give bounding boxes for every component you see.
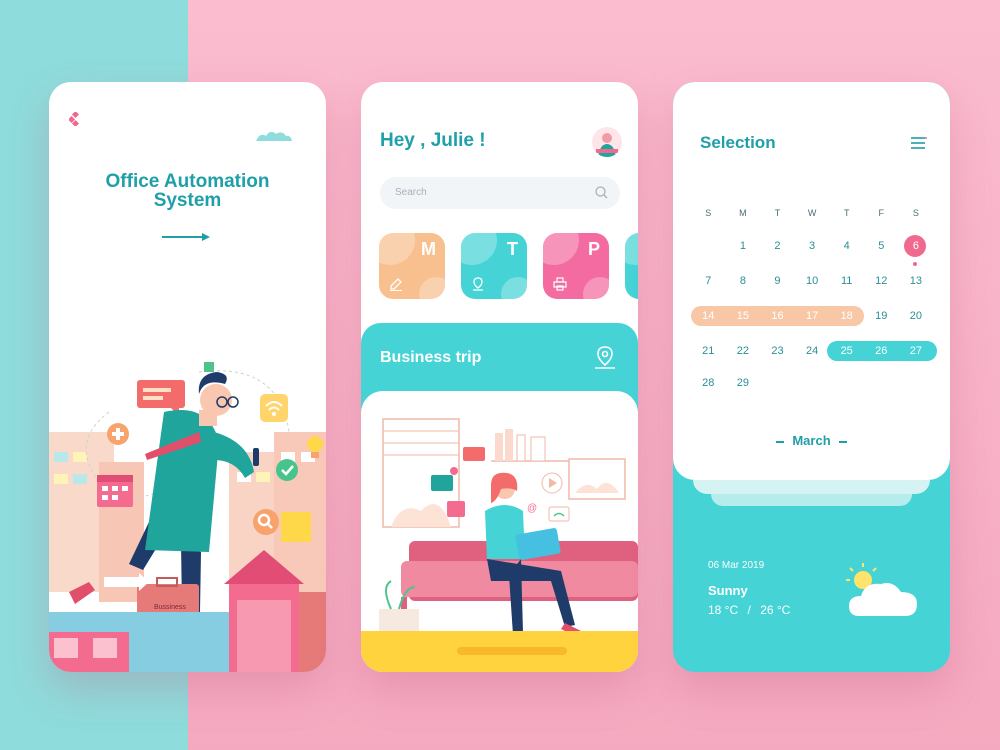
tile-p[interactable]: P xyxy=(543,233,609,299)
arrow-right-icon[interactable] xyxy=(162,232,212,242)
svg-text:@: @ xyxy=(527,503,537,514)
user-avatar-icon xyxy=(596,133,618,157)
temp-separator: / xyxy=(747,603,751,617)
search-icon[interactable] xyxy=(595,186,608,199)
greeting-title: Hey , Julie ! xyxy=(380,130,486,151)
weekday-label: S xyxy=(912,208,919,218)
app-title-line2: System xyxy=(153,190,222,211)
menu-icon[interactable] xyxy=(911,136,927,150)
day-cell[interactable]: 1 xyxy=(726,235,761,257)
day-cell-range[interactable]: 17 xyxy=(795,305,830,327)
day-cell[interactable]: 22 xyxy=(726,340,761,362)
search-placeholder: Search xyxy=(395,187,427,198)
day-cell[interactable]: 12 xyxy=(864,270,899,292)
day-cell-range[interactable]: 14 xyxy=(691,305,726,327)
cloud-icon xyxy=(256,131,292,141)
weekday-label: W xyxy=(807,208,817,218)
weekday-label: T xyxy=(774,208,781,218)
partly-cloudy-icon xyxy=(846,563,917,616)
office-illustration-panel: @ xyxy=(361,391,638,672)
day-cell[interactable]: 13 xyxy=(899,270,934,292)
weather-condition: Sunny xyxy=(708,583,748,598)
business-trip-title: Business trip xyxy=(380,349,482,366)
weekday-label: M xyxy=(739,208,747,218)
wifi-icon xyxy=(260,394,288,422)
weekday-label: S xyxy=(705,208,712,218)
calendar-icon xyxy=(97,475,133,507)
day-cell[interactable]: 9 xyxy=(760,270,795,292)
month-switcher: March xyxy=(673,433,950,448)
next-month-button[interactable] xyxy=(838,440,847,443)
day-cell-range[interactable]: 18 xyxy=(829,305,864,327)
day-cell[interactable]: 3 xyxy=(795,235,830,257)
day-cell[interactable]: 8 xyxy=(726,270,761,292)
day-cell[interactable]: 7 xyxy=(691,270,726,292)
check-icon xyxy=(276,459,298,481)
day-cell[interactable]: 5 xyxy=(864,235,899,257)
weekday-label: F xyxy=(878,208,885,218)
day-cell-range[interactable]: 16 xyxy=(760,305,795,327)
day-cell[interactable]: 23 xyxy=(760,340,795,362)
app-title: Office Automation System xyxy=(49,172,326,210)
avatar[interactable] xyxy=(592,127,622,157)
business-trip-panel[interactable]: Business trip @ xyxy=(361,323,638,672)
logo-icon xyxy=(69,112,80,126)
day-cell-range[interactable]: 15 xyxy=(726,305,761,327)
calendar-sheet: Selection S M T W T F S 1 2 3 4 5 6 7 8 … xyxy=(673,82,950,480)
calendar-grid: S M T W T F S 1 2 3 4 5 6 7 8 9 10 11 12… xyxy=(691,202,933,412)
briefcase-label: Bussiness xyxy=(154,604,186,611)
day-cell-selected[interactable]: 6 xyxy=(899,235,934,257)
location-icon xyxy=(473,277,483,291)
location-pin-icon[interactable] xyxy=(593,345,617,371)
search-input[interactable]: Search xyxy=(380,177,620,209)
day-cell[interactable]: 20 xyxy=(899,305,934,327)
stacked-card-shadow xyxy=(711,494,912,506)
printer-icon xyxy=(553,277,567,291)
selection-title: Selection xyxy=(700,133,776,152)
calendar-screen: Selection S M T W T F S 1 2 3 4 5 6 7 8 … xyxy=(673,82,950,672)
woman-laptop-illustration: @ xyxy=(361,418,638,672)
weather-date: 06 Mar 2019 xyxy=(708,560,765,571)
app-title-line1: Office Automation xyxy=(105,171,270,192)
day-cell[interactable]: 29 xyxy=(726,372,761,394)
day-cell-range[interactable]: 25 xyxy=(829,340,864,362)
day-cell[interactable]: 10 xyxy=(795,270,830,292)
temp-high: 26 °C xyxy=(760,603,791,617)
weekday-label: T xyxy=(843,208,850,218)
day-cell[interactable]: 11 xyxy=(829,270,864,292)
day-cell[interactable]: 24 xyxy=(795,340,830,362)
day-cell[interactable]: 28 xyxy=(691,372,726,394)
day-cell-range[interactable]: 27 xyxy=(899,340,934,362)
month-label: March xyxy=(792,433,831,448)
tile-partial[interactable] xyxy=(625,233,638,299)
splash-screen: Office Automation System Bussiness xyxy=(49,82,326,672)
day-cell[interactable]: 19 xyxy=(864,305,899,327)
prev-month-button[interactable] xyxy=(776,440,785,443)
day-cell[interactable]: 4 xyxy=(829,235,864,257)
tile-m-letter: M xyxy=(421,239,436,259)
day-cell-range[interactable]: 26 xyxy=(864,340,899,362)
tile-t-letter: T xyxy=(507,239,518,259)
edit-icon xyxy=(390,278,402,291)
day-cell[interactable]: 2 xyxy=(760,235,795,257)
plus-icon xyxy=(107,423,129,445)
stacked-card-shadow xyxy=(693,480,930,494)
tile-t[interactable]: T xyxy=(461,233,527,299)
home-screen: Hey , Julie ! Search M T P Business trip… xyxy=(361,82,638,672)
tile-m[interactable]: M xyxy=(379,233,445,299)
search-icon xyxy=(253,509,279,535)
weather-temperature: 18 °C / 26 °C xyxy=(708,603,790,617)
temp-low: 18 °C xyxy=(708,603,739,617)
businessman-illustration: Bussiness xyxy=(49,362,326,672)
day-cell[interactable]: 21 xyxy=(691,340,726,362)
tile-p-letter: P xyxy=(587,239,600,259)
